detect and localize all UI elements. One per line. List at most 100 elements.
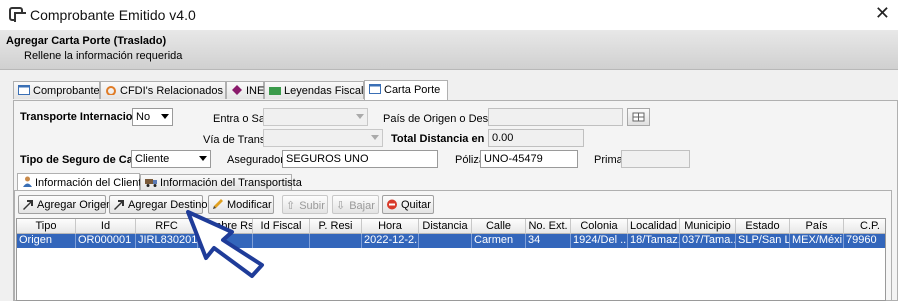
column-header[interactable]: Distancia <box>419 219 472 234</box>
select-value: Cliente <box>135 153 170 165</box>
person-icon <box>23 176 32 187</box>
quitar-button[interactable]: Quitar <box>382 195 434 214</box>
column-header[interactable]: País <box>790 219 844 234</box>
table-cell: 037/Tama... <box>682 234 736 248</box>
poliza-field[interactable]: UNO-45479 <box>480 150 578 168</box>
chevron-down-icon <box>161 114 169 119</box>
app-icon <box>9 7 26 22</box>
table-cell: 34 <box>526 234 571 248</box>
tab-leyendas-fiscales[interactable]: Leyendas Fiscales <box>264 81 375 99</box>
table-cell <box>253 234 310 248</box>
tab-informacion-transportista[interactable]: Información del Transportista <box>140 174 302 190</box>
column-header[interactable]: No. Ext. <box>526 219 571 234</box>
remove-icon <box>387 199 397 210</box>
aseguradora-field[interactable]: SEGUROS UNO <box>282 150 438 168</box>
table-cell: 79960 <box>844 234 885 248</box>
agregar-origen-button[interactable]: Agregar Origen <box>18 195 112 214</box>
pais-origen-destino-field[interactable] <box>488 108 623 126</box>
pais-lookup-button[interactable] <box>627 108 650 126</box>
tab-cfdi-relacionados[interactable]: CFDI's Relacionados <box>100 81 226 99</box>
pencil-icon <box>213 199 223 209</box>
button-label: Quitar <box>401 199 431 211</box>
chevron-down-icon <box>356 114 364 119</box>
table-cell: 2022-12-2... <box>364 234 419 248</box>
table-cell: OR000001 <box>76 234 136 248</box>
modificar-button[interactable]: Modificar <box>208 195 274 214</box>
grid-icon <box>632 112 645 122</box>
select-value: No <box>136 111 151 123</box>
table-cell: Origen <box>17 234 76 248</box>
transporte-internacional-select[interactable]: No <box>132 108 173 126</box>
folder-icon <box>269 87 281 95</box>
column-header[interactable]: Municipio <box>680 219 736 234</box>
via-transporte-select[interactable] <box>263 129 383 147</box>
column-header[interactable]: P. Resi <box>310 219 362 234</box>
tab-label: Carta Porte <box>384 84 441 96</box>
tab-label: Información del Transportista <box>160 177 302 189</box>
window-title: Comprobante Emitido v4.0 <box>30 7 196 23</box>
table-row[interactable]: OrigenOR000001JIRL830201...Lida 2022-12-2… <box>17 234 885 248</box>
link-icon <box>106 86 116 95</box>
table-header: Tipo Id RFC Nombre Rst Id Fiscal P. Resi Hora D… <box>17 219 885 234</box>
arrow-down-icon: ⇩ <box>336 200 346 212</box>
prima-label: Prima <box>594 154 623 166</box>
tab-label: Información del Cliente <box>35 177 148 189</box>
button-label: Bajar <box>349 200 375 212</box>
table-cell: JIRL830201... <box>138 234 198 248</box>
tab-label: INE <box>246 85 265 97</box>
header-title: Agregar Carta Porte (Traslado) <box>6 35 167 47</box>
subir-button[interactable]: ⇧ Subir <box>282 195 328 214</box>
form-icon <box>18 85 30 95</box>
table-cell: MEX/Méxi... <box>792 234 844 248</box>
button-label: Subir <box>299 200 325 212</box>
entra-o-sale-select[interactable] <box>263 108 368 126</box>
truck-icon <box>145 179 157 187</box>
button-label: Agregar Origen <box>37 199 113 211</box>
tab-informacion-cliente[interactable]: Información del Cliente <box>17 173 148 191</box>
column-header[interactable]: Localidad <box>628 219 680 234</box>
agregar-destino-button[interactable]: Agregar Destino <box>109 195 208 214</box>
table-cell: 18/Tamaz... <box>628 234 680 248</box>
destinos-table[interactable]: Tipo Id RFC Nombre Rst Id Fiscal P. Resi Hora D… <box>16 218 886 301</box>
column-header[interactable]: Estado <box>736 219 790 234</box>
table-cell: Carmen <box>472 234 526 248</box>
table-cell <box>310 234 362 248</box>
dialog-header: Agregar Carta Porte (Traslado) Rellene l… <box>0 30 898 70</box>
table-cell <box>419 234 472 248</box>
chevron-down-icon <box>371 135 379 140</box>
title-bar: Comprobante Emitido v4.0 ✕ <box>0 0 898 30</box>
table-cell: Lida <box>198 234 253 248</box>
close-icon[interactable]: ✕ <box>875 3 890 24</box>
arrow-up-icon: ⇧ <box>286 200 296 212</box>
tab-comprobante[interactable]: Comprobante <box>13 81 100 99</box>
column-header[interactable]: Colonia <box>571 219 628 234</box>
tab-label: Comprobante <box>33 85 100 97</box>
column-header[interactable]: Hora <box>362 219 419 234</box>
tab-label: Leyendas Fiscales <box>284 85 376 97</box>
column-header[interactable]: Id <box>76 219 136 234</box>
column-header[interactable]: RFC <box>136 219 198 234</box>
form-icon <box>369 84 381 94</box>
tab-ine[interactable]: INE <box>226 81 264 99</box>
tipo-seguro-carga-select[interactable]: Cliente <box>131 150 211 168</box>
tab-carta-porte[interactable]: Carta Porte <box>364 80 448 100</box>
column-header[interactable]: C.P. <box>844 219 885 234</box>
button-label: Modificar <box>227 199 272 211</box>
bajar-button[interactable]: ⇩ Bajar <box>332 195 379 214</box>
column-header[interactable]: Nombre Rst <box>198 219 253 234</box>
column-header[interactable]: Tipo <box>17 219 76 234</box>
button-label: Agregar Destino <box>128 199 208 211</box>
table-cell: 1924/Del ... <box>573 234 628 248</box>
aseguradora-label: Aseguradora <box>227 154 290 166</box>
arrow-up-right-icon <box>114 200 124 210</box>
column-header[interactable]: Id Fiscal <box>253 219 310 234</box>
chevron-down-icon <box>199 156 207 161</box>
table-cell: SLP/San L... <box>738 234 790 248</box>
transporte-internacional-label: Transporte Internacional <box>20 111 149 123</box>
prima-field[interactable] <box>621 150 690 168</box>
arrow-up-right-icon <box>23 200 33 210</box>
total-distancia-field[interactable]: 0.00 <box>488 129 584 147</box>
diamond-icon <box>232 85 242 95</box>
header-subtitle: Rellene la información requerida <box>24 50 183 62</box>
column-header[interactable]: Calle <box>472 219 526 234</box>
